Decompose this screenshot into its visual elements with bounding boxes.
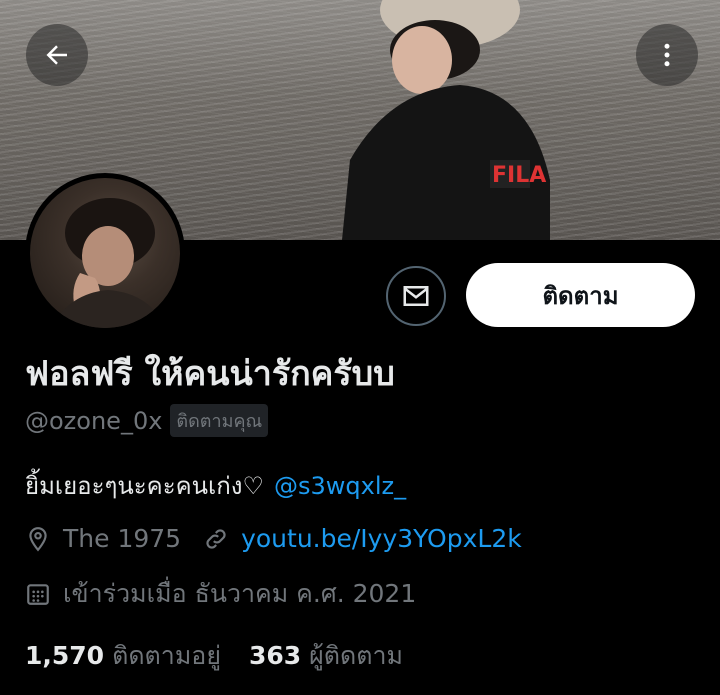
location-pin-icon <box>29 526 47 551</box>
following-label: ติดตามอยู่ <box>112 641 221 670</box>
joined-date-text: เข้าร่วมเมื่อ ธันวาคม ค.ศ. 2021 <box>63 579 417 608</box>
bio-mention-link[interactable]: @s3wqxlz_ <box>274 472 406 500</box>
banner-photo-figure: FILA <box>342 0 550 240</box>
bio-text: ยิ้มเยอะๆนะคะคนเก่ง♡ <box>25 472 265 500</box>
avatar[interactable] <box>25 173 185 333</box>
location-text: The 1975 <box>63 524 182 553</box>
bio: ยิ้มเยอะๆนะคะคนเก่ง♡ @s3wqxlz_ <box>25 466 406 505</box>
handle-row: @ozone_0x ติดตามคุณ <box>25 404 269 437</box>
message-button[interactable] <box>386 266 446 326</box>
calendar-icon <box>27 584 49 605</box>
display-name: ฟอลฟรี ให้คนน่ารักครับบ <box>25 354 395 394</box>
follow-stats: 1,570 ติดตามอยู่ 363 ผู้ติดตาม <box>25 636 403 676</box>
more-options-button[interactable] <box>636 24 698 86</box>
followers-label: ผู้ติดตาม <box>309 641 404 670</box>
back-button[interactable] <box>26 24 88 86</box>
avatar-photo <box>50 198 165 328</box>
website-link[interactable]: youtu.be/Iyy3YOpxL2k <box>241 524 522 553</box>
followers-count: 363 <box>248 641 302 670</box>
svg-text:FILA: FILA <box>492 163 546 188</box>
profile-meta-row: The 1975 youtu.be/Iyy3YOpxL2k <box>25 524 522 553</box>
following-count: 1,570 <box>25 641 105 670</box>
followers-link[interactable]: 363 ผู้ติดตาม <box>249 636 403 676</box>
more-vertical-icon <box>664 43 670 67</box>
back-arrow-icon <box>46 45 67 65</box>
join-date-row: เข้าร่วมเมื่อ ธันวาคม ค.ศ. 2021 <box>25 574 416 614</box>
envelope-icon <box>403 286 429 306</box>
link-icon <box>206 528 226 549</box>
user-handle: @ozone_0x <box>25 406 163 435</box>
follow-button[interactable]: ติดตาม <box>466 263 695 327</box>
follows-you-badge: ติดตามคุณ <box>170 404 269 437</box>
following-link[interactable]: 1,570 ติดตามอยู่ <box>25 636 221 676</box>
